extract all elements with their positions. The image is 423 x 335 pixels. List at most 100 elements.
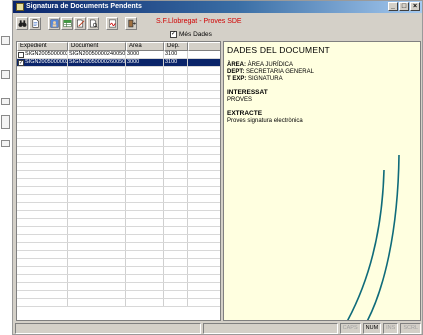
cell-expedient: SIGN20050000024: [17, 51, 68, 58]
column-header-expedient[interactable]: Expedient: [17, 42, 68, 51]
cell-empty: [188, 251, 220, 258]
table-row[interactable]: [17, 235, 220, 243]
table-row[interactable]: [17, 67, 220, 75]
table-row[interactable]: [17, 75, 220, 83]
table-row[interactable]: [17, 275, 220, 283]
background-widget: [1, 140, 10, 147]
dept-line: DEPT: SECRETARIA GENERAL: [227, 69, 417, 76]
grid-header: Expedient Document Àrea Dep.: [17, 42, 220, 51]
column-header-dep[interactable]: Dep.: [164, 42, 188, 51]
cell-document: [68, 211, 126, 218]
title-bar[interactable]: Signatura de Documents Pendents _ □ ×: [13, 1, 422, 13]
cell-document: [68, 235, 126, 242]
table-row[interactable]: [17, 107, 220, 115]
document-button[interactable]: [29, 16, 41, 30]
cell-expedient: [17, 67, 68, 74]
cell-dep: [164, 179, 188, 186]
cell-document: [68, 147, 126, 154]
table-row[interactable]: [17, 179, 220, 187]
table-row[interactable]: [17, 147, 220, 155]
column-header-area[interactable]: Àrea: [126, 42, 164, 51]
caps-indicator: CAPS: [339, 323, 361, 334]
cell-document: [68, 267, 126, 274]
column-header-empty: [188, 42, 220, 51]
cell-empty: [188, 259, 220, 266]
table-row[interactable]: [17, 283, 220, 291]
table-row[interactable]: [17, 99, 220, 107]
table-row[interactable]: [17, 131, 220, 139]
cell-expedient: [17, 195, 68, 202]
toolbar: [16, 15, 137, 31]
table-row[interactable]: SIGN20050000024 SIGN20050000240050 3000 310…: [17, 51, 220, 59]
table-row[interactable]: [17, 251, 220, 259]
table-row[interactable]: [17, 203, 220, 211]
table-row[interactable]: [17, 155, 220, 163]
table-row[interactable]: ✓ SIGN20050000026 SIGN20050000260050 3000 31…: [17, 59, 220, 67]
table-row[interactable]: [17, 259, 220, 267]
cell-area: [126, 147, 164, 154]
area-line: ÀREA: ÀREA JURÍDICA: [227, 62, 417, 69]
cell-dep: [164, 123, 188, 130]
exit-button[interactable]: [125, 16, 137, 30]
cell-empty: [188, 75, 220, 82]
table-row[interactable]: [17, 211, 220, 219]
cell-empty: [188, 59, 220, 66]
table-row[interactable]: [17, 83, 220, 91]
company-label: S.F.Llobregat - Proves SDE: [156, 18, 242, 25]
scrl-indicator: SCRL: [400, 323, 421, 334]
mes-dades-check-box[interactable]: ✓: [170, 31, 177, 38]
table-row[interactable]: [17, 187, 220, 195]
cell-expedient: [17, 131, 68, 138]
users-button[interactable]: [48, 16, 60, 30]
row-checkbox[interactable]: [18, 51, 24, 58]
table-row[interactable]: [17, 91, 220, 99]
details-title: DADES DEL DOCUMENT: [227, 45, 330, 55]
cell-empty: [188, 195, 220, 202]
mes-dades-checkbox[interactable]: ✓ Més Dades: [170, 31, 212, 38]
cell-document: [68, 243, 126, 250]
table-row[interactable]: [17, 171, 220, 179]
cell-empty: [188, 131, 220, 138]
table-row[interactable]: [17, 243, 220, 251]
cell-area: [126, 283, 164, 290]
column-header-document[interactable]: Document: [68, 42, 126, 51]
table-button[interactable]: [61, 16, 73, 30]
view-button[interactable]: [87, 16, 99, 30]
edit-button[interactable]: [74, 16, 86, 30]
cell-expedient: [17, 115, 68, 122]
sign-button[interactable]: [106, 16, 118, 30]
search-button[interactable]: [16, 16, 28, 30]
cell-area: [126, 251, 164, 258]
cell-expedient: [17, 83, 68, 90]
documents-grid[interactable]: Expedient Document Àrea Dep. SIGN2005000…: [16, 41, 221, 321]
maximize-button[interactable]: □: [399, 2, 409, 11]
cell-dep: [164, 299, 188, 306]
table-row[interactable]: [17, 219, 220, 227]
grid-body: SIGN20050000024 SIGN20050000240050 3000 310…: [17, 51, 220, 307]
background-widget: [1, 36, 10, 45]
table-row[interactable]: [17, 195, 220, 203]
cell-document: [68, 163, 126, 170]
area-label: ÀREA:: [227, 62, 246, 68]
table-row[interactable]: [17, 123, 220, 131]
cell-dep: [164, 243, 188, 250]
cell-dep: [164, 187, 188, 194]
binoculars-icon: [18, 19, 26, 27]
cell-expedient: [17, 259, 68, 266]
cell-area: [126, 83, 164, 90]
background-widget: [1, 70, 10, 79]
table-row[interactable]: [17, 227, 220, 235]
row-checkbox[interactable]: ✓: [18, 59, 24, 66]
cell-expedient-text: SIGN20050000026: [25, 59, 68, 65]
minimize-button[interactable]: _: [388, 2, 398, 11]
cell-dep: [164, 283, 188, 290]
cell-empty: [188, 235, 220, 242]
close-button[interactable]: ×: [410, 2, 420, 11]
table-row[interactable]: [17, 115, 220, 123]
table-row[interactable]: [17, 267, 220, 275]
document-icon: [31, 18, 39, 28]
table-row[interactable]: [17, 139, 220, 147]
table-row[interactable]: [17, 163, 220, 171]
table-row[interactable]: [17, 291, 220, 299]
table-row[interactable]: [17, 299, 220, 307]
